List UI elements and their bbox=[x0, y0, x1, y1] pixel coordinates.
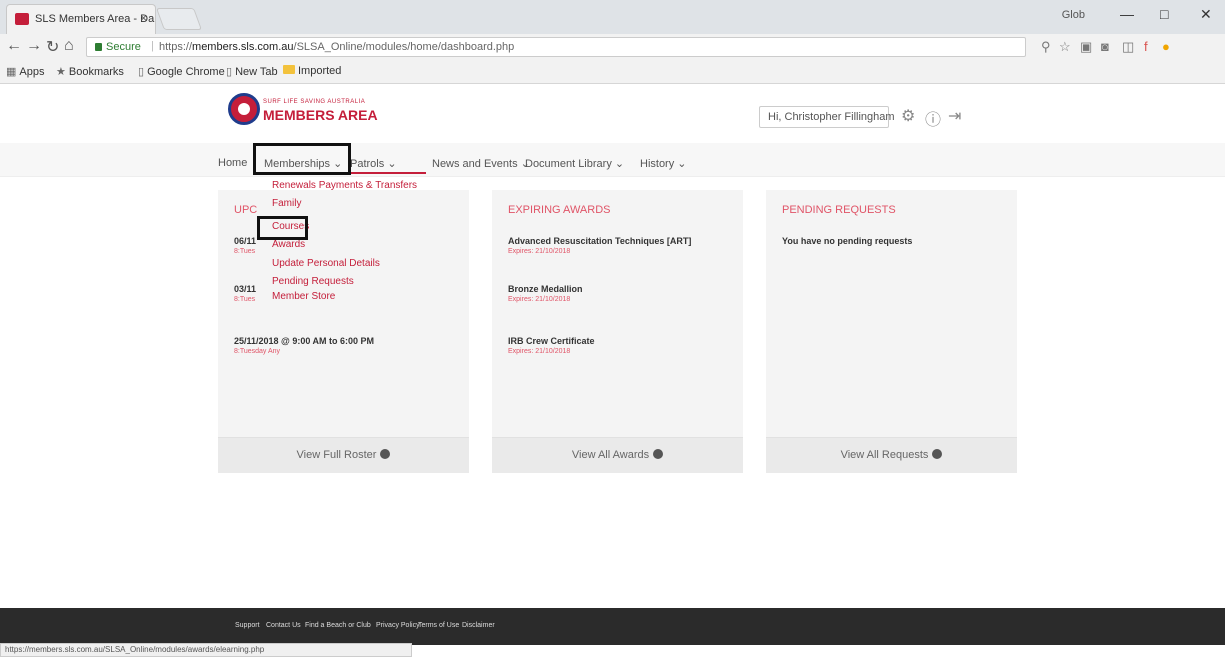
user-greeting[interactable]: Hi, Christopher Fillingham bbox=[759, 106, 895, 128]
arrow-circle-icon bbox=[653, 449, 664, 459]
view-awards-button[interactable]: View All Awards bbox=[492, 437, 743, 473]
logo-title[interactable]: MEMBERS AREA bbox=[263, 107, 378, 123]
view-roster-button[interactable]: View Full Roster bbox=[218, 437, 469, 473]
bookmark-imported[interactable]: Imported bbox=[283, 65, 341, 77]
award-name: Bronze Medallion bbox=[508, 284, 583, 294]
cast-extension-icon[interactable]: ◫ bbox=[1122, 39, 1134, 55]
card-title: UPC bbox=[234, 204, 258, 216]
nav-document-library[interactable]: Document Library ⌄ bbox=[525, 157, 624, 170]
sls-logo[interactable] bbox=[228, 93, 260, 125]
nav-home[interactable]: Home bbox=[218, 157, 247, 169]
profile-label[interactable]: Glob bbox=[1062, 9, 1085, 21]
menu-item-family[interactable]: Family bbox=[272, 198, 301, 209]
page-icon: ▯ bbox=[226, 66, 233, 78]
menu-item-pending-requests[interactable]: Pending Requests bbox=[272, 276, 354, 287]
star-icon[interactable]: ☆ bbox=[1059, 39, 1071, 55]
event-date: 25/11/2018 @ 9:00 AM to 6:00 PM bbox=[234, 336, 375, 346]
no-requests-text: You have no pending requests bbox=[782, 236, 913, 246]
bookmark-new-tab[interactable]: ▯ New Tab bbox=[226, 65, 278, 78]
bookmark-bookmarks[interactable]: ★ Bookmarks bbox=[56, 65, 124, 78]
chevron-down-icon: ⌄ bbox=[677, 158, 687, 170]
close-window-button[interactable]: ✕ bbox=[1200, 6, 1212, 23]
award-expiry: Expires: 21/10/2018 bbox=[508, 348, 571, 355]
footer-link-support[interactable]: Support bbox=[235, 622, 260, 629]
apps-grid-icon: ▦ bbox=[6, 66, 17, 78]
bookmarks-bar: ▦ Apps ★ Bookmarks ▯ Google Chrome ▯ New Tab… bbox=[0, 60, 1225, 84]
award-name: Advanced Resuscitation Techniques [ART] bbox=[508, 236, 692, 246]
footer-link-find-club[interactable]: Find a Beach or Club bbox=[305, 622, 371, 629]
award-expiry: Expires: 21/10/2018 bbox=[508, 248, 571, 255]
nav-news-events[interactable]: News and Events ⌄ bbox=[432, 157, 530, 170]
card-title: PENDING REQUESTS bbox=[782, 204, 896, 216]
footer-link-contact[interactable]: Contact Us bbox=[266, 622, 301, 629]
courses-highlight-box bbox=[257, 216, 308, 240]
nav-patrols[interactable]: Patrols ⌄ bbox=[350, 157, 397, 170]
menu-extension-icon[interactable]: ● bbox=[1162, 39, 1170, 54]
arrow-circle-icon bbox=[380, 449, 391, 459]
extension-icon[interactable]: ▣ bbox=[1080, 39, 1092, 55]
menu-item-update-details[interactable]: Update Personal Details bbox=[272, 258, 380, 269]
menu-item-renewals[interactable]: Renewals Payments & Transfers bbox=[272, 180, 417, 191]
folder-icon bbox=[283, 65, 295, 74]
event-sub: 8:Tuesday Any bbox=[234, 348, 281, 355]
gear-icon[interactable]: ⚙ bbox=[901, 106, 915, 126]
maximize-button[interactable]: □ bbox=[1160, 6, 1168, 22]
new-tab-button[interactable] bbox=[155, 8, 203, 30]
tab-strip: SLS Members Area - Da × Glob — □ ✕ bbox=[0, 0, 1225, 34]
page-icon: ▯ bbox=[138, 66, 145, 78]
reload-icon[interactable]: ↻ bbox=[46, 37, 59, 57]
nav-history[interactable]: History ⌄ bbox=[640, 157, 687, 170]
lock-icon bbox=[95, 43, 102, 51]
bookmark-google-chrome[interactable]: ▯ Google Chrome bbox=[138, 65, 225, 78]
address-bar[interactable]: Secure | https://members.sls.com.au/SLSA… bbox=[86, 37, 1026, 57]
menu-item-awards[interactable]: Awards bbox=[272, 239, 305, 250]
logo-subtitle: SURF LIFE SAVING AUSTRALIA bbox=[263, 99, 366, 105]
expiring-awards-card: EXPIRING AWARDS Advanced Resuscitation T… bbox=[492, 190, 743, 473]
bookmark-apps[interactable]: ▦ Apps bbox=[6, 65, 44, 78]
home-icon[interactable]: ⌂ bbox=[64, 37, 74, 55]
help-icon[interactable]: ⓘ bbox=[925, 106, 941, 130]
logout-icon[interactable]: ⇥ bbox=[948, 106, 961, 126]
view-requests-button[interactable]: View All Requests bbox=[766, 437, 1017, 473]
card-title: EXPIRING AWARDS bbox=[508, 204, 611, 216]
secure-label: Secure bbox=[106, 41, 141, 53]
camera-extension-icon[interactable]: ◙ bbox=[1101, 39, 1109, 54]
star-icon: ★ bbox=[56, 66, 66, 78]
url-separator: | bbox=[151, 40, 154, 52]
arrow-circle-icon bbox=[932, 449, 943, 459]
url-text: https://members.sls.com.au/SLSA_Online/m… bbox=[159, 41, 515, 53]
back-arrow-icon[interactable]: ← bbox=[6, 37, 22, 55]
pending-requests-card: PENDING REQUESTS You have no pending req… bbox=[766, 190, 1017, 473]
pinterest-extension-icon[interactable]: f bbox=[1144, 39, 1148, 54]
footer-link-privacy[interactable]: Privacy Policy bbox=[376, 622, 420, 629]
tab-title: SLS Members Area - Da bbox=[35, 13, 155, 25]
site-footer: Support Contact Us Find a Beach or Club … bbox=[0, 608, 1225, 645]
chevron-down-icon: ⌄ bbox=[387, 158, 397, 170]
menu-item-member-store[interactable]: Member Store bbox=[272, 291, 335, 302]
main-nav: Home Memberships ⌄ Patrols ⌄ News and Ev… bbox=[0, 143, 1225, 177]
footer-link-disclaimer[interactable]: Disclaimer bbox=[462, 622, 495, 629]
memberships-highlight-box bbox=[253, 143, 351, 175]
event-sub: 8:Tues bbox=[234, 296, 256, 303]
tab-close-icon[interactable]: × bbox=[140, 11, 147, 25]
forward-arrow-icon[interactable]: → bbox=[26, 37, 42, 55]
award-expiry: Expires: 21/10/2018 bbox=[508, 296, 571, 303]
zoom-icon[interactable]: ⚲ bbox=[1041, 39, 1051, 55]
event-sub: 8:Tues bbox=[234, 248, 256, 255]
status-bar-url: https://members.sls.com.au/SLSA_Online/m… bbox=[0, 643, 412, 657]
minimize-button[interactable]: — bbox=[1120, 6, 1134, 22]
footer-link-terms[interactable]: Terms of Use bbox=[418, 622, 459, 629]
event-date: 03/11 bbox=[234, 284, 257, 294]
site-favicon-icon bbox=[15, 13, 29, 25]
browser-tab[interactable]: SLS Members Area - Da × bbox=[6, 4, 156, 34]
event-date: 06/11 bbox=[234, 236, 257, 246]
chevron-down-icon: ⌄ bbox=[614, 158, 625, 170]
award-name: IRB Crew Certificate bbox=[508, 336, 595, 346]
